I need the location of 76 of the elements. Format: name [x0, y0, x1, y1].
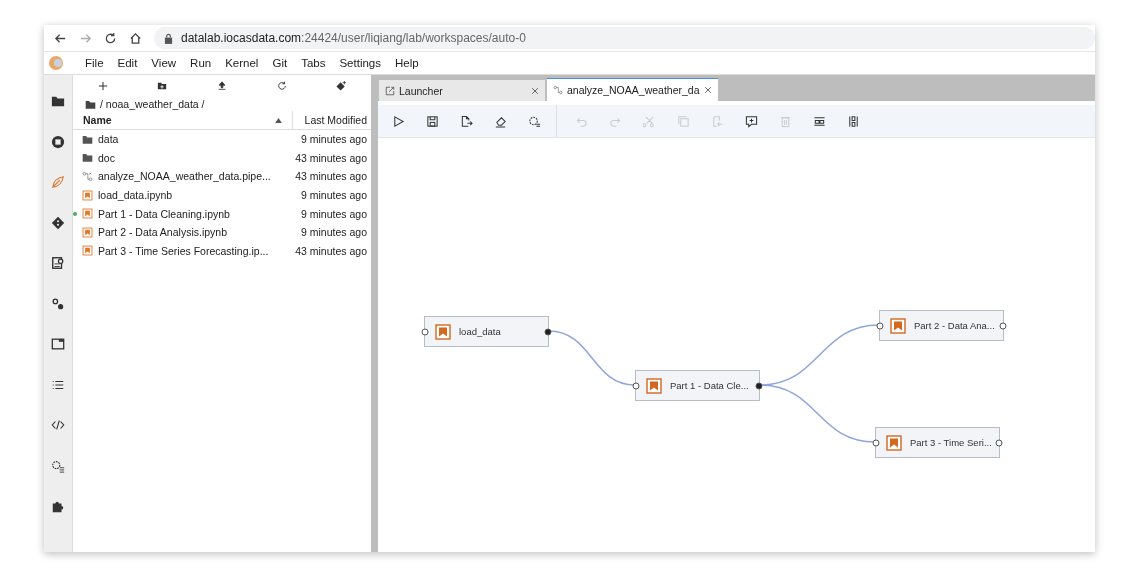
menu-item[interactable]: Run	[183, 57, 219, 69]
tab[interactable]: analyze_NOAA_weather_da	[547, 78, 718, 101]
column-header[interactable]: Name	[83, 114, 112, 126]
gears-icon[interactable]	[51, 296, 65, 311]
new-file-icon[interactable]	[97, 81, 108, 91]
folder-icon	[82, 133, 93, 145]
pipeline-icon	[82, 171, 93, 182]
menu-item[interactable]: Git	[265, 57, 295, 69]
notebook-icon	[82, 245, 93, 257]
pipeline-node[interactable]: load_data	[424, 316, 549, 347]
modified-time: 43 minutes ago	[295, 244, 367, 257]
menu-item[interactable]: Help	[388, 57, 426, 69]
menu-item[interactable]: Tabs	[294, 57, 333, 69]
input-port-icon[interactable]	[421, 328, 429, 336]
launch-icon	[385, 86, 395, 96]
input-port-icon[interactable]	[632, 382, 640, 390]
modified-time: 9 minutes ago	[301, 207, 367, 220]
input-port-icon[interactable]	[872, 439, 880, 447]
home-icon[interactable]	[129, 31, 142, 45]
output-port-icon[interactable]	[999, 322, 1007, 330]
notebook-icon	[82, 208, 93, 220]
new-folder-icon[interactable]	[157, 81, 168, 91]
breadcrumb-path[interactable]: / noaa_weather_data /	[100, 98, 205, 110]
notebook-icon	[646, 377, 662, 394]
menu-item[interactable]: View	[144, 57, 184, 69]
logo-icon	[48, 55, 64, 71]
menu-item[interactable]: Edit	[110, 57, 145, 69]
menu-item[interactable]: File	[78, 57, 111, 69]
upload-icon[interactable]	[217, 81, 227, 91]
gearlist-icon[interactable]	[51, 458, 65, 473]
git-icon[interactable]	[51, 215, 65, 230]
reload-icon[interactable]	[104, 31, 117, 45]
notebook-icon	[435, 323, 451, 340]
pipeline-node[interactable]: Part 3 - Time Seri...	[875, 427, 1000, 458]
lock-icon	[164, 32, 173, 44]
menu-item[interactable]: Settings	[332, 57, 388, 69]
modified-time: 9 minutes ago	[301, 226, 367, 239]
address-bar[interactable]: datalab.iocasdata.com:24424/user/liqiang/lab/workspaces/auto-0	[154, 27, 1095, 49]
stop-icon[interactable]	[51, 134, 65, 149]
file-name[interactable]: Part 3 - Time Series Forecasting.ip...	[98, 244, 291, 257]
git-clone-icon[interactable]	[336, 81, 347, 91]
leaf-icon[interactable]	[51, 175, 65, 190]
modified-time: 9 minutes ago	[301, 133, 367, 146]
output-port-icon[interactable]	[544, 328, 552, 336]
modified-time: 9 minutes ago	[301, 189, 367, 202]
notebook-icon	[886, 434, 902, 451]
pipeline-node[interactable]: Part 1 - Data Cle...	[635, 370, 760, 401]
inspect-icon[interactable]	[51, 256, 65, 271]
menu-item[interactable]: Kernel	[218, 57, 266, 69]
close-icon[interactable]	[703, 86, 712, 94]
puzzle-icon[interactable]	[51, 499, 65, 514]
folder-icon	[82, 152, 93, 164]
notebook-icon	[82, 189, 93, 201]
input-port-icon[interactable]	[876, 322, 884, 330]
output-port-icon[interactable]	[995, 439, 1003, 447]
sort-icon[interactable]	[275, 117, 282, 123]
notebook-icon	[82, 226, 93, 238]
tab[interactable]: Launcher	[379, 80, 545, 101]
pipeline-node[interactable]: Part 2 - Data Ana...	[879, 310, 1004, 341]
modified-time: 43 minutes ago	[295, 170, 367, 183]
close-icon[interactable]	[531, 87, 539, 95]
folder-icon	[85, 98, 96, 110]
file-name[interactable]: data	[98, 133, 297, 146]
modified-time: 43 minutes ago	[295, 151, 367, 164]
file-name[interactable]: doc	[98, 151, 291, 164]
refresh-icon[interactable]	[276, 81, 287, 91]
file-name[interactable]: load_data.ipynb	[98, 189, 297, 202]
pipeline-icon	[553, 85, 563, 95]
file-name[interactable]: analyze_NOAA_weather_data.pipe...	[98, 170, 291, 183]
folder-icon[interactable]	[51, 94, 65, 109]
column-header[interactable]: Last Modified	[304, 114, 367, 126]
file-name[interactable]: Part 1 - Data Cleaning.ipynb	[98, 207, 297, 220]
notebook-icon	[890, 317, 906, 334]
file-name[interactable]: Part 2 - Data Analysis.ipynb	[98, 226, 297, 239]
output-port-icon[interactable]	[755, 382, 763, 390]
window-icon[interactable]	[51, 337, 65, 352]
